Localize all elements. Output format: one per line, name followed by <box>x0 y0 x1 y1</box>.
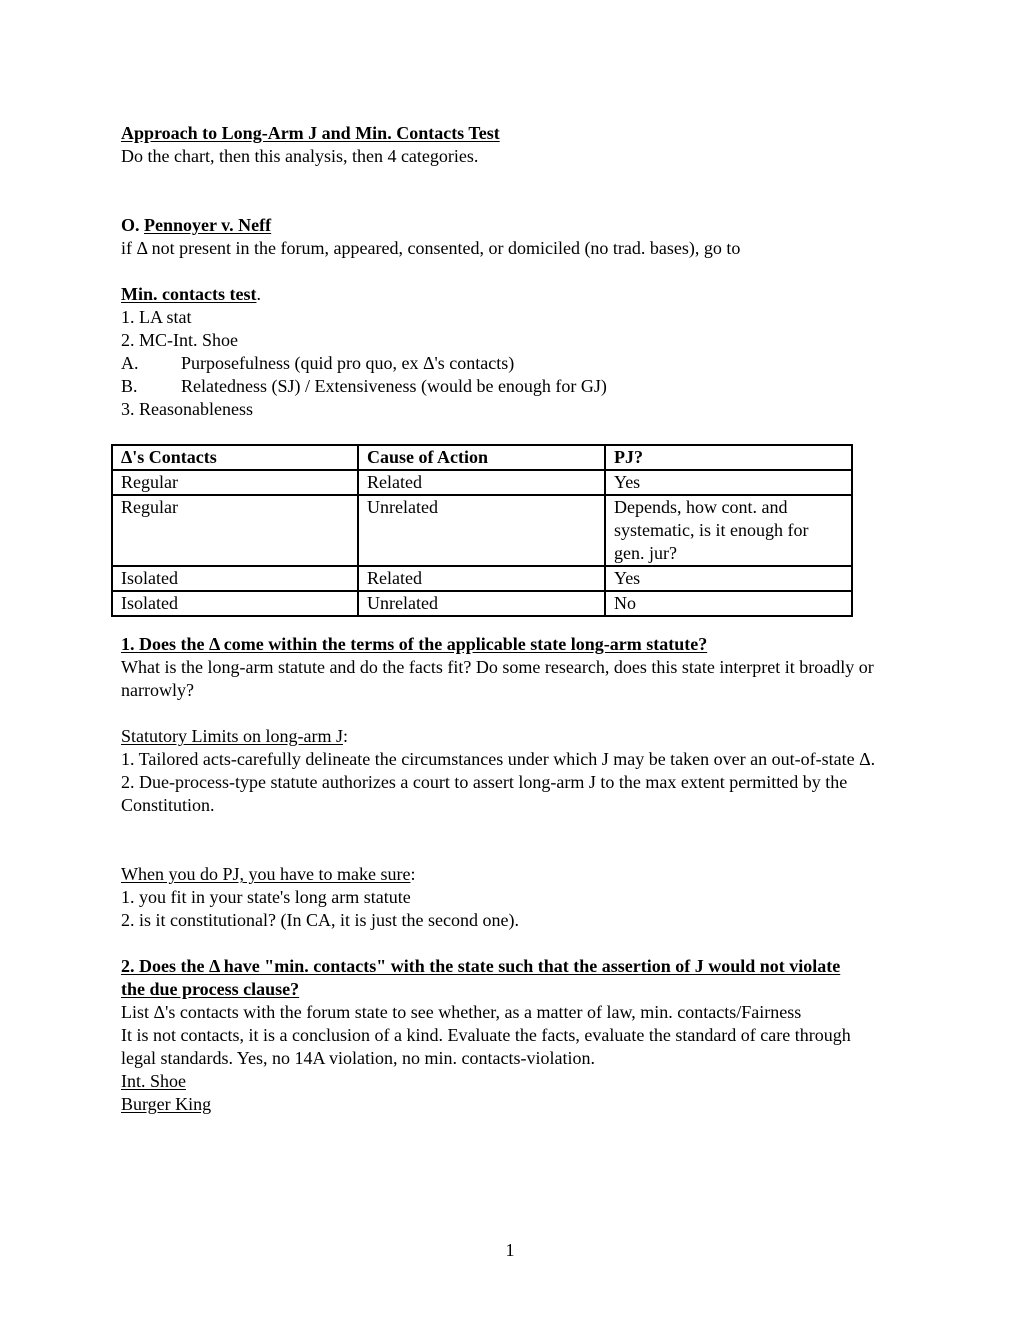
statutory-limits-section: Statutory Limits on long-arm J: 1. Tailo… <box>121 725 906 817</box>
table-cell: Depends, how cont. and systematic, is it… <box>604 494 853 567</box>
pennoyer-section: O. Pennoyer v. Neff if Δ not present in … <box>121 214 911 260</box>
table-cell: Isolated <box>111 565 359 592</box>
list-item-text: Purposefulness (quid pro quo, ex Δ's con… <box>181 353 515 373</box>
table-cell: Regular <box>111 469 359 496</box>
table-header-cell: Cause of Action <box>357 444 606 471</box>
table-cell: Isolated <box>111 590 359 617</box>
pennoyer-prefix: O. <box>121 215 145 235</box>
table-row: Isolated Unrelated No <box>111 590 853 617</box>
list-item: 3. Reasonableness <box>121 399 253 419</box>
when-pj-heading-text: When you do PJ, you have to make sure <box>121 864 411 884</box>
table-row: Regular Related Yes <box>111 469 853 496</box>
list-marker: B. <box>121 376 138 396</box>
table-cell: Unrelated <box>357 494 606 567</box>
pennoyer-text: if Δ not present in the forum, appeared,… <box>121 238 741 258</box>
pennoyer-heading: O. Pennoyer v. Neff <box>121 214 911 237</box>
min-contacts-heading-suffix: . <box>256 284 261 304</box>
document-page: Approach to Long-Arm J and Min. Contacts… <box>0 0 1020 1320</box>
statutory-limits-heading-text: Statutory Limits on long-arm J <box>121 726 343 746</box>
list-marker: A. <box>121 353 139 373</box>
table-cell: Yes <box>604 469 853 496</box>
title-block: Approach to Long-Arm J and Min. Contacts… <box>121 122 911 168</box>
table-cell: Related <box>357 565 606 592</box>
section-1-body: What is the long-arm statute and do the … <box>121 657 874 700</box>
when-pj-heading: When you do PJ, you have to make sure: <box>121 863 911 886</box>
table-header-cell: Δ's Contacts <box>111 444 359 471</box>
section-2-body: It is not contacts, it is a conclusion o… <box>121 1025 851 1068</box>
section-1: 1. Does the Δ come within the terms of t… <box>121 633 891 702</box>
table-cell: Regular <box>111 494 359 567</box>
pj-chart-table: Δ's Contacts Cause of Action PJ? Regular… <box>111 444 853 617</box>
pennoyer-case-name: Pennoyer v. Neff <box>144 215 272 235</box>
table-header-row: Δ's Contacts Cause of Action PJ? <box>111 444 853 471</box>
table-header-cell: PJ? <box>604 444 853 471</box>
when-pj-section: When you do PJ, you have to make sure: 1… <box>121 863 911 932</box>
statutory-limits-heading-suffix: : <box>343 726 349 746</box>
table-cell: Yes <box>604 565 853 592</box>
case-reference-int-shoe: Int. Shoe <box>121 1071 186 1091</box>
section-2-heading: 2. Does the Δ have "min. contacts" with … <box>121 956 841 999</box>
list-item: 1. LA stat <box>121 307 192 327</box>
min-contacts-heading-text: Min. contacts test <box>121 284 257 304</box>
when-pj-item-2: 2. is it constitutional? (In CA, it is j… <box>121 910 519 930</box>
table-cell: Related <box>357 469 606 496</box>
list-item: 2. MC-Int. Shoe <box>121 330 238 350</box>
statutory-limits-item-1: 1. Tailored acts-carefully delineate the… <box>121 749 876 769</box>
table-row: Regular Unrelated Depends, how cont. and… <box>111 494 853 567</box>
section-2: 2. Does the Δ have "min. contacts" with … <box>121 955 896 1116</box>
list-item: A. Purposefulness (quid pro quo, ex Δ's c… <box>121 352 911 375</box>
case-reference-burger-king: Burger King <box>121 1094 212 1114</box>
min-contacts-heading: Min. contacts test. <box>121 283 911 306</box>
table-row: Isolated Related Yes <box>111 565 853 592</box>
section-2-line-1: List Δ's contacts with the forum state t… <box>121 1002 802 1022</box>
when-pj-item-1: 1. you fit in your state's long arm stat… <box>121 887 411 907</box>
table-cell: Unrelated <box>357 590 606 617</box>
table-cell: No <box>604 590 853 617</box>
statutory-limits-item-2: 2. Due-process-type statute authorizes a… <box>121 772 848 815</box>
when-pj-heading-suffix: : <box>410 864 416 884</box>
document-title: Approach to Long-Arm J and Min. Contacts… <box>121 123 500 143</box>
section-1-heading: 1. Does the Δ come within the terms of t… <box>121 634 708 654</box>
statutory-limits-heading: Statutory Limits on long-arm J: <box>121 725 906 748</box>
list-item: B. Relatedness (SJ) / Extensiveness (woul… <box>121 375 911 398</box>
min-contacts-section: Min. contacts test. 1. LA stat 2. MC-Int… <box>121 283 911 421</box>
document-subtitle: Do the chart, then this analysis, then 4… <box>121 146 479 166</box>
list-item-text: Relatedness (SJ) / Extensiveness (would … <box>181 376 607 396</box>
page-number: 1 <box>505 1240 515 1260</box>
